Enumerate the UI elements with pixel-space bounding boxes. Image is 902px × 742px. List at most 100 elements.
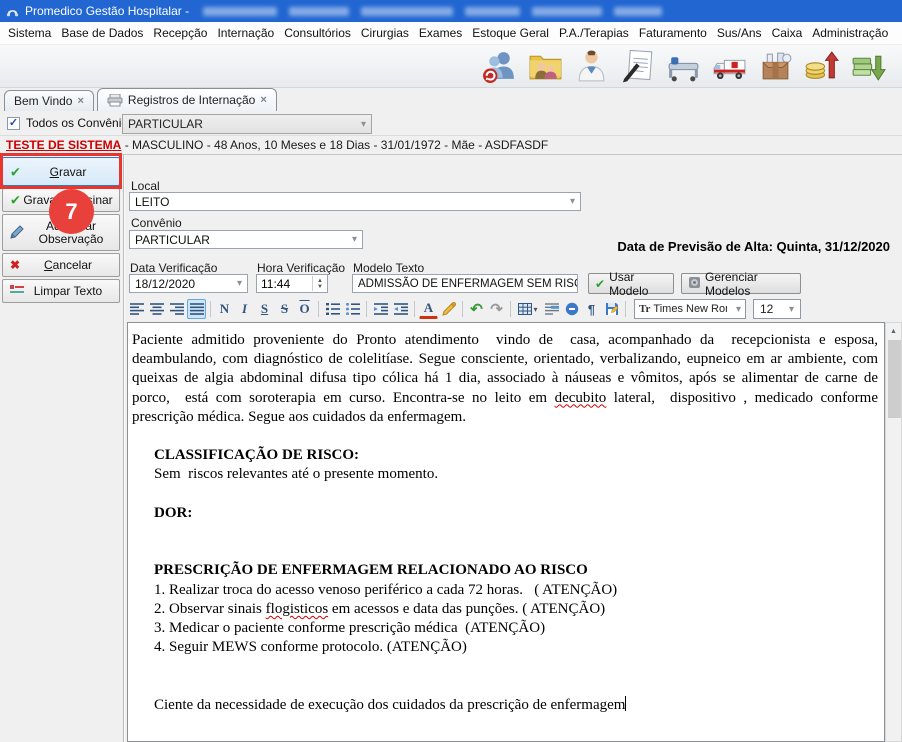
divider [510, 301, 511, 317]
expense-down-icon[interactable] [849, 48, 886, 85]
rich-text-editor[interactable]: Paciente admitido proveniente do Pronto … [127, 322, 885, 742]
chevron-down-icon: ▾ [361, 119, 366, 130]
hora-verificacao-spinner[interactable]: 11:44 ▲ ▼ [256, 274, 328, 293]
eraser-lines-icon [10, 284, 24, 298]
convenio-filter-combobox[interactable]: PARTICULAR ▾ [122, 114, 372, 134]
document-sign-icon[interactable] [619, 48, 656, 85]
patients-folder-icon[interactable] [527, 48, 564, 85]
insert-field-button[interactable] [542, 299, 561, 319]
title-bar: Promedico Gestão Hospitalar - [0, 0, 902, 22]
chevron-down-icon: ▾ [533, 305, 537, 314]
indent-button[interactable] [371, 299, 390, 319]
save-text-button[interactable] [602, 299, 621, 319]
misspelled-word: decubito [555, 390, 607, 406]
cancelar-button[interactable]: ✖ Cancelar [2, 253, 120, 277]
todos-convenios-checkbox[interactable]: ✓ [7, 117, 20, 130]
undo-button[interactable]: ↶ [467, 299, 486, 319]
highlight-button[interactable] [439, 299, 458, 319]
menu-caixa[interactable]: Caixa [767, 23, 808, 43]
overline-button[interactable]: O [295, 299, 314, 319]
modelo-texto-combobox[interactable]: ADMISSÃO DE ENFERMAGEM SEM RISCOS ▾ [352, 274, 578, 293]
align-justify-button[interactable] [187, 299, 206, 319]
patient-info-bar: TESTE DE SISTEMA - MASCULINO - 48 Anos, … [0, 136, 902, 154]
menu-sus-ans[interactable]: Sus/Ans [712, 23, 767, 43]
convenio-combobox[interactable]: PARTICULAR ▾ [129, 230, 363, 249]
stock-box-icon[interactable] [757, 48, 794, 85]
local-combobox[interactable]: LEITO ▾ [129, 192, 581, 211]
outdent-button[interactable] [391, 299, 410, 319]
insert-table-button[interactable]: ▾ [515, 299, 541, 319]
editor-text-segment: lateral, dispositivo , medicado conforme [606, 390, 878, 406]
strikethrough-button[interactable]: S [275, 299, 294, 319]
data-verificacao-combobox[interactable]: 18/12/2020 ▾ [129, 274, 248, 293]
cancelar-label: Cancelar [30, 258, 92, 272]
editor-text-segment: Ciente da necessidade de execução dos cu… [154, 697, 625, 713]
editor-list-item: 4. Seguir MEWS conforme protocolo. (ATEN… [132, 638, 878, 657]
editor-closing-line: Ciente da necessidade de execução dos cu… [132, 696, 878, 715]
menu-exames[interactable]: Exames [414, 23, 467, 43]
editor-list-item: 2. Observar sinais flogisticos em acesso… [132, 600, 878, 619]
divider [414, 301, 415, 317]
align-center-button[interactable] [147, 299, 166, 319]
limpar-texto-button[interactable]: Limpar Texto [2, 279, 120, 303]
font-color-button[interactable]: A [419, 299, 438, 319]
menu-administracao[interactable]: Administração [807, 23, 893, 43]
spinner-arrows[interactable]: ▲ ▼ [312, 276, 323, 291]
hora-verificacao-value: 11:44 [261, 277, 290, 291]
menu-pa-terapias[interactable]: P.A./Terapias [554, 23, 634, 43]
tab-close-icon[interactable]: × [77, 95, 83, 107]
ambulance-icon[interactable] [711, 48, 748, 85]
bullet-list-button[interactable] [343, 299, 362, 319]
align-left-button[interactable] [127, 299, 146, 319]
editor-text-line: prescrição médica. Segue aos cuidados da… [132, 408, 878, 427]
chevron-down-icon: ▾ [789, 304, 794, 315]
font-size-combobox[interactable]: 12 ▾ [753, 299, 801, 319]
gravar-button[interactable]: ✔ Gravar [2, 157, 120, 186]
redo-button[interactable]: ↷ [487, 299, 506, 319]
text-cursor [625, 696, 626, 711]
menu-base-de-dados[interactable]: Base de Dados [56, 23, 148, 43]
menu-internacao[interactable]: Internação [212, 23, 279, 43]
app-logo-icon [5, 4, 20, 19]
divider [123, 155, 124, 742]
gerenciar-modelos-button[interactable]: Gerenciar Modelos [681, 273, 801, 294]
patient-details: - MASCULINO - 48 Anos, 10 Meses e 18 Dia… [121, 138, 548, 152]
bold-button[interactable]: N [215, 299, 234, 319]
italic-button[interactable]: I [235, 299, 254, 319]
doctor-icon[interactable] [573, 48, 610, 85]
limpar-texto-label: Limpar Texto [20, 284, 102, 298]
sync-patients-icon[interactable] [481, 48, 518, 85]
editor-blank-line [132, 427, 878, 446]
scroll-up-icon[interactable]: ▲ [886, 323, 901, 339]
divider [366, 301, 367, 317]
align-right-button[interactable] [167, 299, 186, 319]
tab-registros-internacao[interactable]: Registros de Internação × [97, 88, 277, 111]
menu-recepcao[interactable]: Recepção [148, 23, 212, 43]
editor-blank-line [132, 485, 878, 504]
data-verificacao-label: Data Verificação [130, 261, 217, 275]
editor-scrollbar[interactable]: ▲ [885, 322, 902, 742]
menu-sistema[interactable]: Sistema [3, 23, 56, 43]
numbered-list-button[interactable] [323, 299, 342, 319]
paragraph-marks-button[interactable]: ¶ [582, 299, 601, 319]
modelo-texto-value: ADMISSÃO DE ENFERMAGEM SEM RISCOS [358, 278, 578, 290]
scrollbar-thumb[interactable] [888, 340, 901, 418]
editor-text-line: Paciente admitido proveniente do Pronto … [132, 331, 878, 350]
font-name-combobox[interactable]: Tr Times New Roman ▾ [634, 299, 746, 319]
hyphenation-button[interactable] [562, 299, 581, 319]
check-icon: ✔ [595, 277, 605, 291]
hospital-bed-icon[interactable] [665, 48, 702, 85]
menu-estoque-geral[interactable]: Estoque Geral [467, 23, 554, 43]
revenue-up-icon[interactable] [803, 48, 840, 85]
spin-down-icon[interactable]: ▼ [317, 284, 323, 290]
printer-icon [107, 94, 123, 107]
tab-bem-vindo[interactable]: Bem Vindo × [4, 90, 94, 111]
menu-cirurgias[interactable]: Cirurgias [356, 23, 414, 43]
chevron-down-icon: ▾ [570, 196, 575, 207]
menu-faturamento[interactable]: Faturamento [634, 23, 712, 43]
editor-text-segment: 2. Observar sinais [154, 601, 266, 617]
underline-button[interactable]: S [255, 299, 274, 319]
tab-close-icon[interactable]: × [260, 94, 266, 106]
menu-consultorios[interactable]: Consultórios [279, 23, 356, 43]
usar-modelo-button[interactable]: ✔ Usar Modelo [588, 273, 674, 294]
